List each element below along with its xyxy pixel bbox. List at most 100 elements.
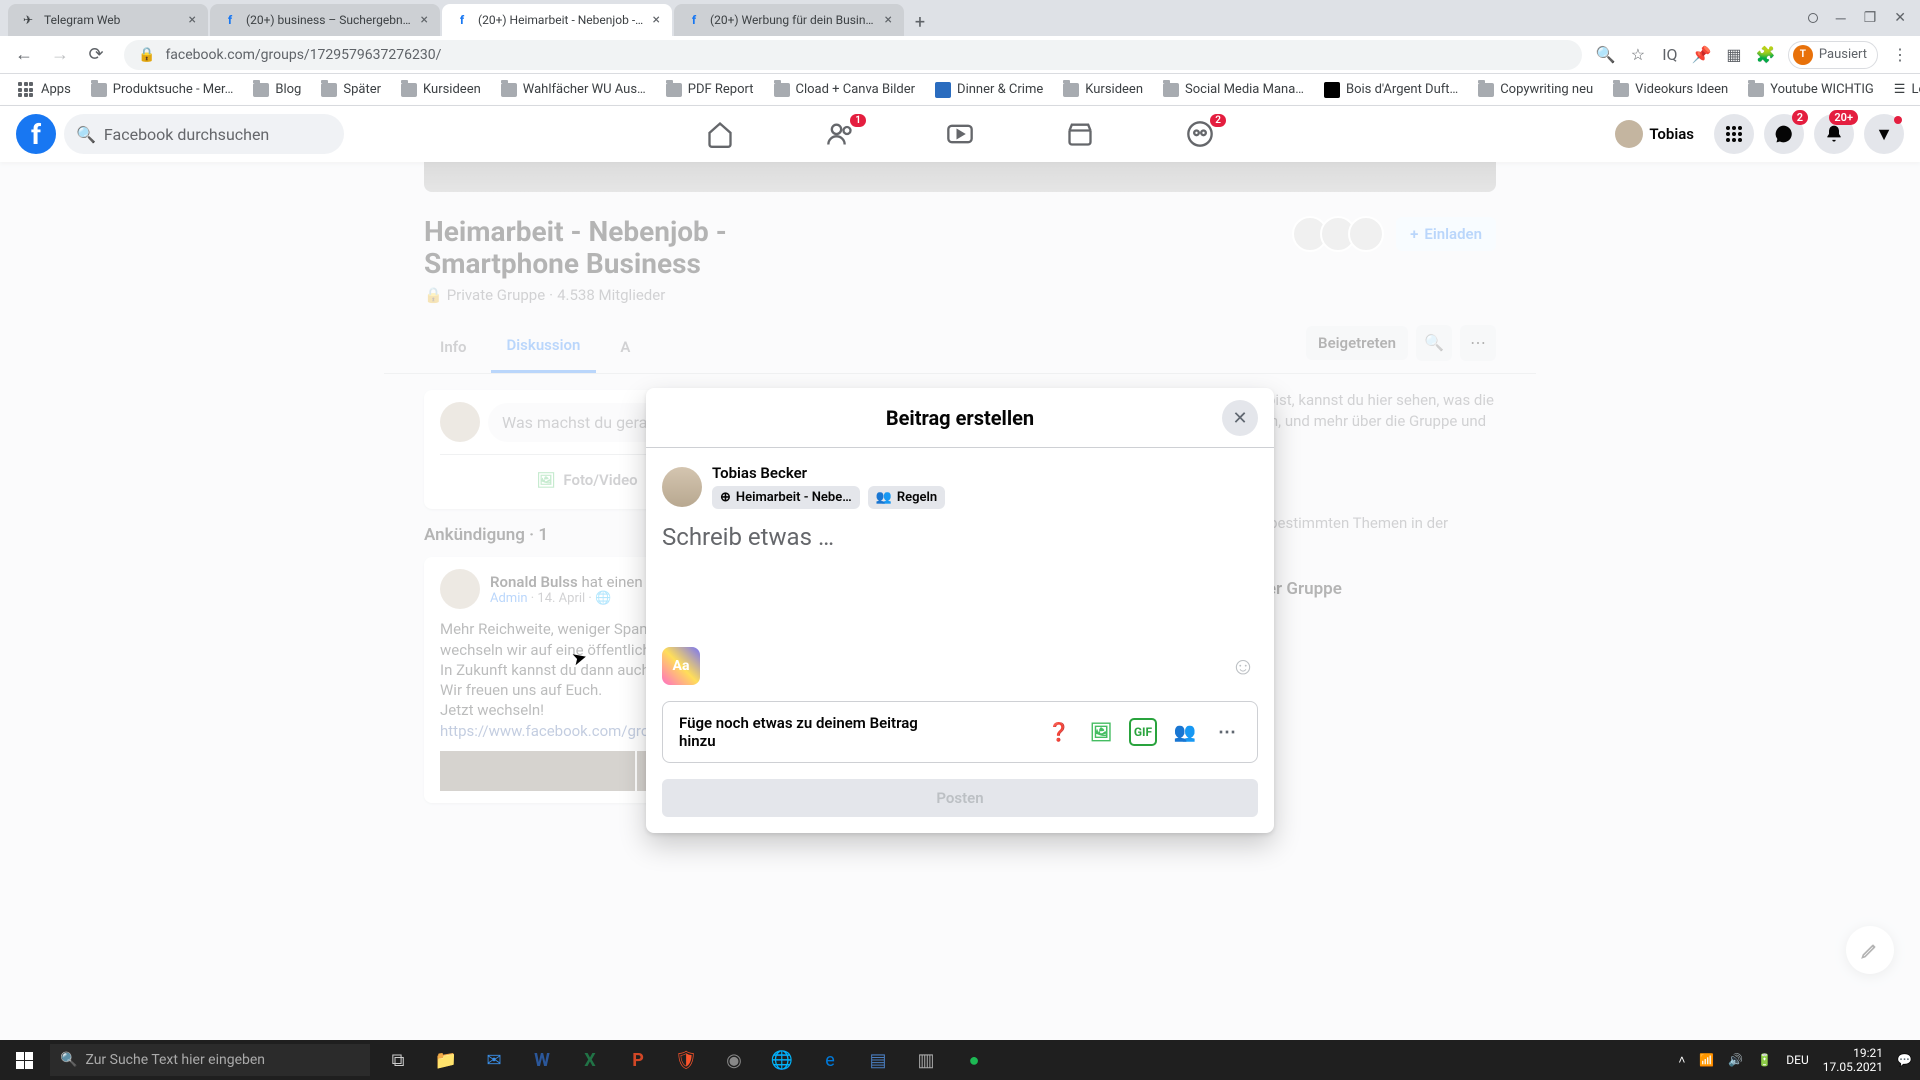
nav-home[interactable] (664, 106, 776, 162)
gif-icon[interactable]: GIF (1129, 718, 1157, 746)
rules-chip[interactable]: 👥Regeln (868, 486, 945, 509)
app-icon[interactable]: ▥ (902, 1040, 950, 1080)
more-attach-icon[interactable]: ⋯ (1213, 718, 1241, 746)
chrome-icon[interactable]: 🌐 (758, 1040, 806, 1080)
url-text: facebook.com/groups/1729579637276230/ (165, 47, 441, 63)
messenger-button[interactable]: 2 (1764, 114, 1804, 154)
badge: 2 (1792, 110, 1808, 125)
site-info-icon[interactable]: 🔒 (138, 47, 155, 63)
minimize-icon[interactable]: ─ (1836, 10, 1846, 27)
forward-button[interactable]: → (46, 41, 74, 69)
obs-icon[interactable]: ◉ (710, 1040, 758, 1080)
profile-chip[interactable]: Tobias (1611, 116, 1704, 152)
avatar (1615, 120, 1643, 148)
extension-icon[interactable]: ▦ (1724, 45, 1744, 65)
window-controls: ─ ❐ ✕ (1794, 0, 1920, 36)
bookmark-folder[interactable]: Videokurs Ideen (1605, 78, 1736, 101)
url-bar[interactable]: 🔒 facebook.com/groups/1729579637276230/ (124, 40, 1582, 70)
reload-button[interactable]: ⟳ (82, 41, 110, 69)
bookmark-folder[interactable]: Blog (245, 78, 309, 101)
avatar (662, 467, 702, 507)
close-modal-button[interactable]: ✕ (1222, 400, 1258, 436)
battery-icon[interactable]: 🔋 (1757, 1053, 1772, 1067)
close-icon[interactable]: × (653, 12, 660, 28)
bookmark-item[interactable]: Dinner & Crime (927, 78, 1051, 102)
qa-icon[interactable]: ❓ (1045, 718, 1073, 746)
avatar-icon: T (1793, 45, 1813, 65)
notifications-tray-icon[interactable]: 💬 (1897, 1053, 1912, 1067)
new-tab-button[interactable]: + (906, 8, 934, 36)
bookmark-folder[interactable]: Copywriting neu (1470, 78, 1601, 101)
center-nav: 1 2 (664, 106, 1256, 162)
tray-expand-icon[interactable]: ˄ (1678, 1053, 1685, 1067)
clock[interactable]: 19:21 17.05.2021 (1823, 1046, 1883, 1075)
list-icon: ☰ (1894, 82, 1906, 97)
extensions-puzzle-icon[interactable]: 🧩 (1756, 45, 1776, 65)
spotify-icon[interactable]: ● (950, 1040, 998, 1080)
bookmark-folder[interactable]: Social Media Mana… (1155, 78, 1312, 101)
close-window-icon[interactable]: ✕ (1894, 10, 1906, 26)
tag-people-icon[interactable]: 👥 (1171, 718, 1199, 746)
volume-icon[interactable]: 🔊 (1728, 1053, 1743, 1067)
chips-row: ⊕Heimarbeit - Nebe… 👥Regeln (712, 486, 945, 509)
emoji-button[interactable]: ☺ (1228, 651, 1258, 681)
facebook-logo[interactable]: f (16, 114, 56, 154)
close-icon[interactable]: × (189, 12, 196, 28)
people-icon: 👥 (876, 490, 892, 505)
search-page-icon[interactable]: 🔍 (1596, 45, 1616, 65)
explorer-icon[interactable]: 📁 (422, 1040, 470, 1080)
account-menu-button[interactable]: ▼ (1864, 114, 1904, 154)
bookmark-folder[interactable]: Kursideen (1055, 78, 1151, 101)
start-button[interactable] (0, 1040, 48, 1080)
back-button[interactable]: ← (10, 41, 38, 69)
tab-telegram[interactable]: ✈ Telegram Web × (8, 4, 208, 36)
dot-badge (1894, 116, 1902, 124)
bookmarks-bar: Apps Produktsuche - Mer… Blog Später Kur… (0, 74, 1920, 106)
menu-grid-button[interactable] (1714, 114, 1754, 154)
tab-fb-group-active[interactable]: f (20+) Heimarbeit - Nebenjob - S... × (442, 4, 672, 36)
nav-groups[interactable]: 2 (1144, 106, 1256, 162)
word-icon[interactable]: W (518, 1040, 566, 1080)
bookmark-item[interactable]: Bois d'Argent Duft… (1316, 78, 1466, 102)
close-icon[interactable]: × (885, 12, 892, 28)
apps-button[interactable]: Apps (10, 78, 79, 101)
post-text-input[interactable]: Schreib etwas … (662, 523, 1258, 643)
reading-list-button[interactable]: ☰Leseliste (1886, 78, 1920, 101)
tab-fb-search[interactable]: f (20+) business – Suchergebnisse × (210, 4, 440, 36)
bookmark-folder[interactable]: Produktsuche - Mer… (83, 78, 242, 101)
chrome-profile-button[interactable]: T Pausiert (1788, 41, 1878, 69)
facebook-search[interactable]: 🔍 Facebook durchsuchen (64, 114, 344, 154)
maximize-icon[interactable]: ❐ (1864, 10, 1877, 26)
bookmark-folder[interactable]: Später (313, 78, 389, 101)
bookmark-folder[interactable]: Wahlfächer WU Aus… (493, 78, 654, 101)
extension-icon[interactable]: IQ (1660, 45, 1680, 65)
taskbar-search[interactable]: 🔍 Zur Suche Text hier eingeben (50, 1044, 370, 1076)
powerpoint-icon[interactable]: P (614, 1040, 662, 1080)
close-icon[interactable]: × (421, 12, 428, 28)
nav-marketplace[interactable] (1024, 106, 1136, 162)
app-icon[interactable]: ▤ (854, 1040, 902, 1080)
bookmark-folder[interactable]: Cload + Canva Bilder (766, 78, 924, 101)
edge-icon[interactable]: e (806, 1040, 854, 1080)
bookmark-folder[interactable]: Kursideen (393, 78, 489, 101)
chrome-menu-icon[interactable]: ⋮ (1890, 45, 1910, 65)
nav-friends[interactable]: 1 (784, 106, 896, 162)
task-view-icon[interactable]: ⧉ (374, 1040, 422, 1080)
language-indicator[interactable]: DEU (1786, 1053, 1808, 1067)
photo-icon[interactable]: 🖼 (1087, 718, 1115, 746)
star-bookmark-icon[interactable]: ☆ (1628, 45, 1648, 65)
bookmark-folder[interactable]: Youtube WICHTIG (1740, 78, 1882, 101)
extension-icon[interactable]: 📌 (1692, 45, 1712, 65)
account-indicator-icon[interactable] (1808, 13, 1818, 23)
nav-watch[interactable] (904, 106, 1016, 162)
notifications-button[interactable]: 20+ (1814, 114, 1854, 154)
mail-icon[interactable]: ✉ (470, 1040, 518, 1080)
excel-icon[interactable]: X (566, 1040, 614, 1080)
background-color-button[interactable]: Aa (662, 647, 700, 685)
post-submit-button[interactable]: Posten (662, 779, 1258, 817)
tab-fb-ads[interactable]: f (20+) Werbung für dein Business × (674, 4, 904, 36)
bookmark-folder[interactable]: PDF Report (658, 78, 762, 101)
wifi-icon[interactable]: 📶 (1699, 1053, 1714, 1067)
group-chip[interactable]: ⊕Heimarbeit - Nebe… (712, 486, 860, 509)
brave-icon[interactable]: 🛡 (662, 1040, 710, 1080)
